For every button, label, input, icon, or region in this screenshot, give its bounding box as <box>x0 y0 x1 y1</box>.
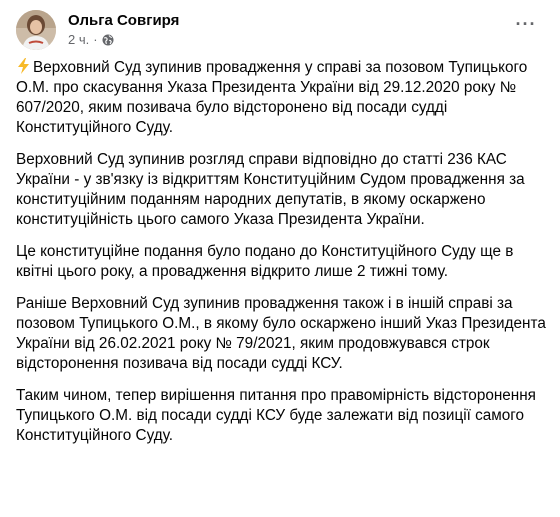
globe-icon <box>102 34 114 46</box>
post-paragraph: Верховний Суд зупинив розгляд справи від… <box>16 151 525 228</box>
post-paragraph: Це конституційне подання було подано до … <box>16 243 514 280</box>
post-body: Верховний Суд зупинив провадження у спра… <box>16 58 552 458</box>
author-name[interactable]: Ольга Совгиря <box>68 11 179 30</box>
post-paragraph: Верховний Суд зупинив провадження у спра… <box>16 58 528 136</box>
post-paragraph: Таким чином, тепер вирішення питання про… <box>16 387 536 444</box>
post-meta: 2 ч. · <box>68 32 114 48</box>
post-header: Ольга Совгиря 2 ч. · ··· <box>16 10 544 52</box>
meta-separator: · <box>93 32 98 47</box>
more-options-button[interactable]: ··· <box>508 12 544 36</box>
more-horizontal-icon: ··· <box>515 14 537 34</box>
lightning-icon <box>16 58 31 74</box>
post-time[interactable]: 2 ч. <box>68 32 89 48</box>
avatar-image <box>16 10 56 50</box>
post-paragraph: Раніше Верховний Суд зупинив провадження… <box>16 295 546 372</box>
avatar[interactable] <box>16 10 56 50</box>
post-card: Ольга Совгиря 2 ч. · ··· Верховний Суд з… <box>0 0 560 517</box>
